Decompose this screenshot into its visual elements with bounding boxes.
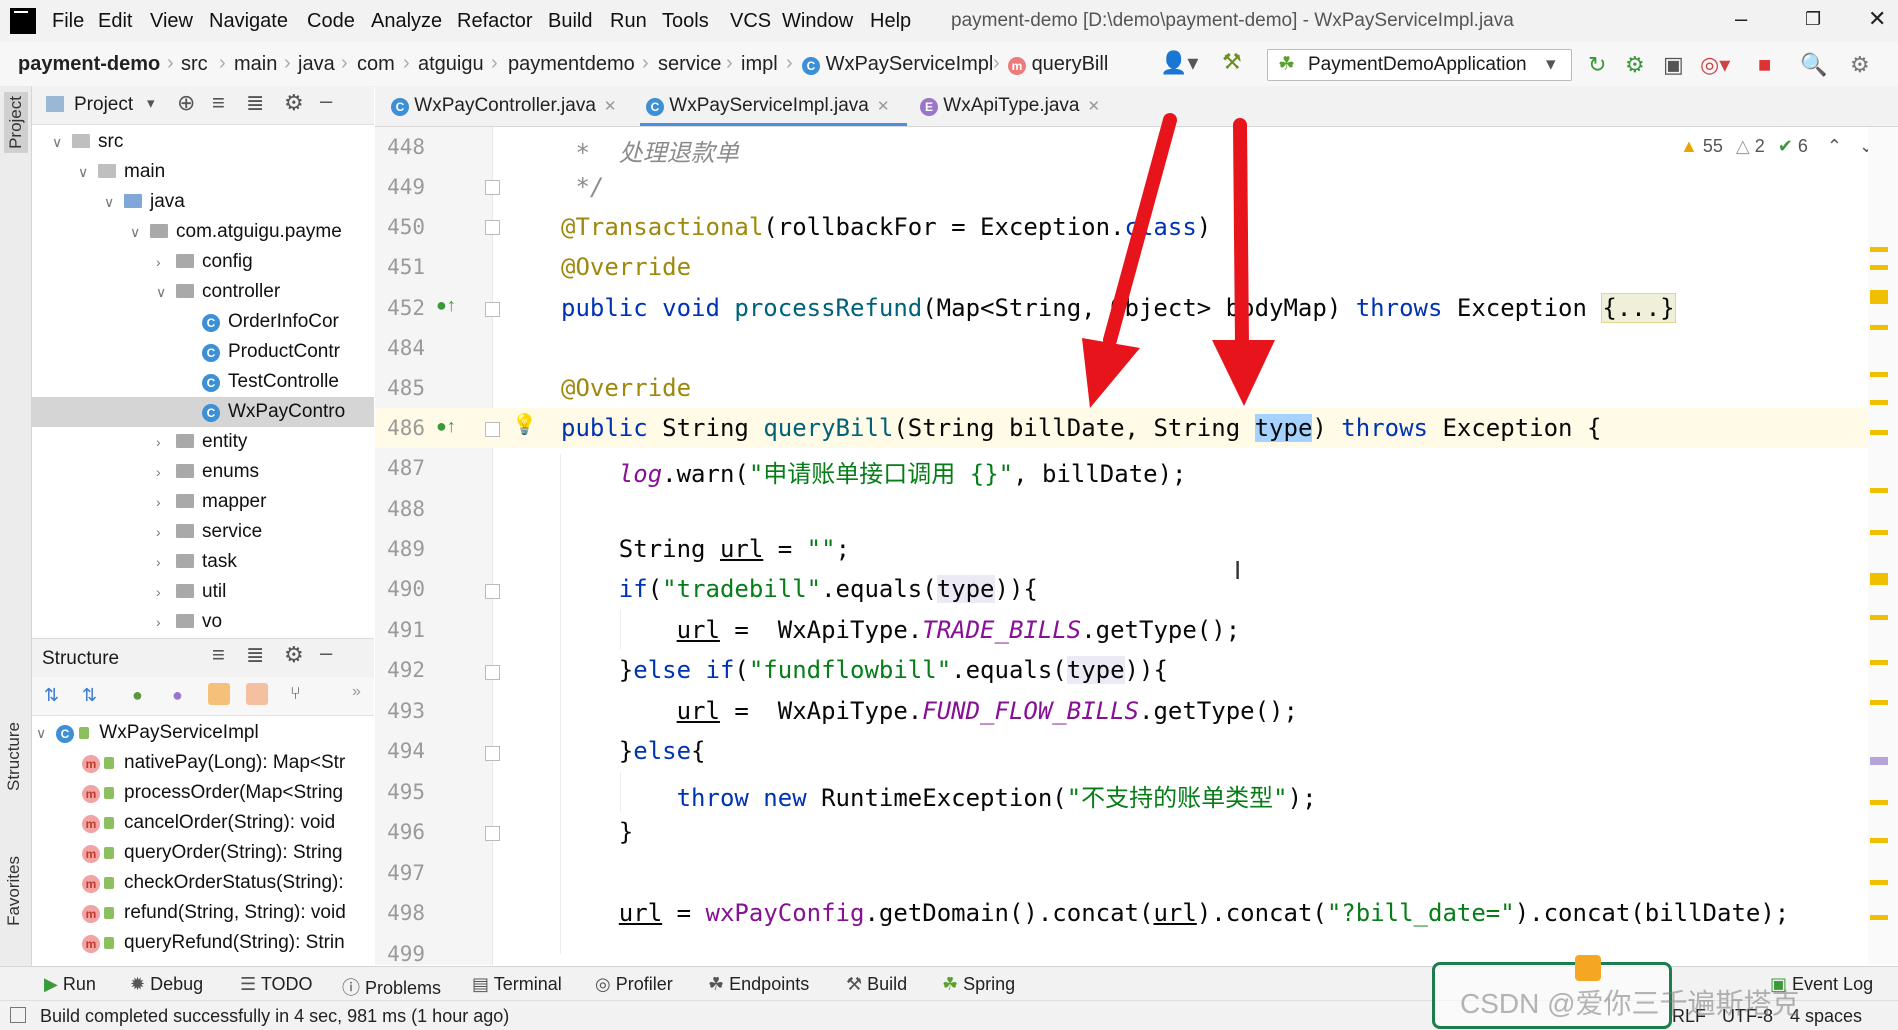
build-tool-label: Build — [867, 974, 908, 994]
todo-tool-button[interactable]: ☰ TODO — [240, 974, 313, 995]
red-arrow-right — [1212, 118, 1275, 406]
todo-tool-label: TODO — [260, 974, 313, 994]
red-arrow-left — [1082, 113, 1177, 408]
hammer-icon: ⚒ — [846, 974, 863, 994]
endpoints-icon: ☘ — [708, 974, 725, 994]
endpoints-tool-button[interactable]: ☘ Endpoints — [708, 974, 809, 995]
problems-tool-label: Problems — [365, 978, 442, 998]
status-toggle-icon[interactable] — [10, 1007, 26, 1023]
list-icon: ☰ — [240, 974, 257, 994]
profiler-tool-label: Profiler — [615, 974, 673, 994]
problems-icon: ⓘ — [342, 978, 360, 998]
terminal-icon: ▤ — [472, 974, 490, 994]
debug-tool-button[interactable]: ✹ Debug — [130, 974, 203, 995]
event-log-label: Event Log — [1792, 974, 1874, 994]
build-tool-button[interactable]: ⚒ Build — [846, 974, 907, 995]
endpoints-tool-label: Endpoints — [729, 974, 810, 994]
watermark-text: CSDN @爱你三千遍斯塔克 — [1460, 988, 1800, 1019]
annotation-arrows — [1082, 113, 1275, 408]
spring-tool-label: Spring — [963, 974, 1016, 994]
terminal-tool-button[interactable]: ▤ Terminal — [472, 974, 562, 995]
run-tool-button[interactable]: ▶ Run — [44, 974, 96, 995]
spring-icon: ☘ — [942, 974, 959, 994]
indent-setting[interactable]: 4 spaces — [1790, 1006, 1862, 1027]
debug-tool-label: Debug — [150, 974, 204, 994]
spring-tool-button[interactable]: ☘ Spring — [942, 974, 1015, 995]
profiler-icon: ◎ — [595, 974, 611, 994]
run-tool-label: Run — [62, 974, 96, 994]
status-message: Build completed successfully in 4 sec, 9… — [40, 1006, 510, 1026]
bug-icon: ✹ — [130, 974, 146, 994]
profiler-tool-button[interactable]: ◎ Profiler — [595, 974, 673, 995]
problems-tool-button[interactable]: ⓘ Problems — [342, 974, 441, 1000]
terminal-tool-label: Terminal — [493, 974, 562, 994]
play-icon: ▶ — [44, 974, 58, 994]
watermark-logo-icon — [1575, 955, 1601, 981]
